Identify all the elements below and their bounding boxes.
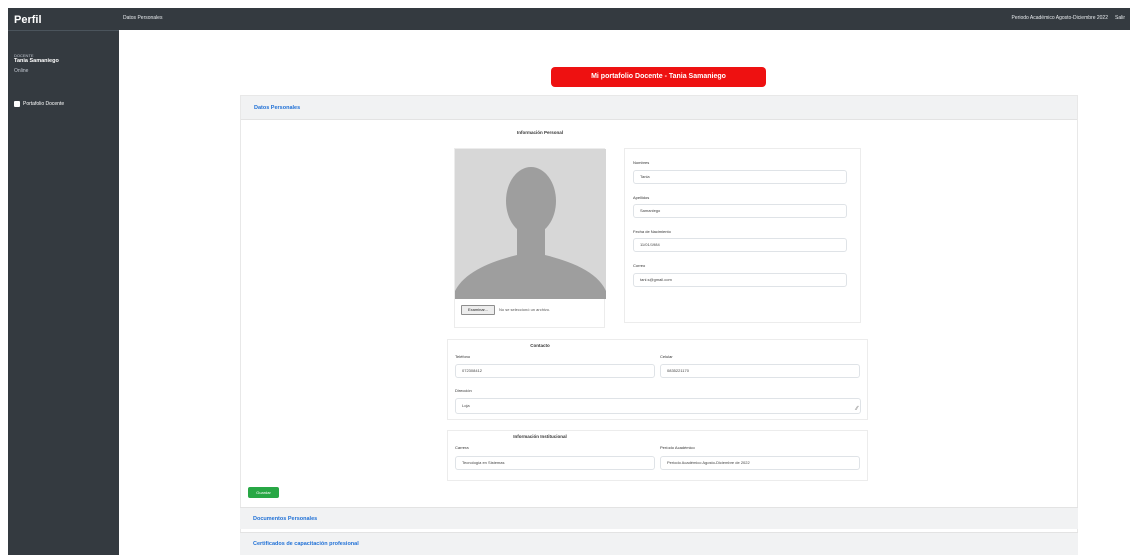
fecha-nacimiento-field[interactable]: 11/01/1984 <box>633 238 847 252</box>
apellidos-label: Apellidos <box>633 195 650 200</box>
logout-link[interactable]: Salir <box>1115 15 1125 21</box>
sidebar-item-label: Portafolio Docente <box>23 101 65 107</box>
nombres-label: Nombres <box>633 160 650 165</box>
direccion-label: Dirección <box>455 388 472 393</box>
navbar-title[interactable]: Datos Personales <box>123 15 162 21</box>
sidebar-item-portafolio[interactable]: Portafolio Docente <box>14 101 64 107</box>
user-name[interactable]: Tania Samaniego <box>14 58 59 64</box>
file-browse-button[interactable]: Examinar... <box>461 305 495 315</box>
certificados-link[interactable]: Certificados de capacitación profesional <box>253 541 359 547</box>
nombres-field[interactable]: Tania <box>633 170 847 184</box>
correo-label: Correo <box>633 263 646 268</box>
certificados-header[interactable]: Certificados de capacitación profesional <box>240 532 1078 555</box>
telefono-field[interactable]: 072308412 <box>455 364 655 378</box>
institucional-title: Información Institucional <box>513 434 567 439</box>
celular-label: Celular <box>660 354 673 359</box>
telefono-label: Teléfono <box>455 354 471 359</box>
carrera-field[interactable]: Tecnología en Sistemas <box>455 456 655 470</box>
brand-title[interactable]: Perfil <box>14 14 42 26</box>
save-button[interactable]: Guardar <box>248 487 279 498</box>
documentos-personales-header[interactable]: Documentos Personales <box>240 507 1078 529</box>
avatar <box>455 149 606 299</box>
apellidos-field[interactable]: Samaniego <box>633 204 847 218</box>
datos-personales-header[interactable]: Datos Personales <box>241 96 1077 120</box>
celular-field[interactable]: 0835221170 <box>660 364 860 378</box>
datos-personales-link[interactable]: Datos Personales <box>254 105 300 111</box>
sidebar-divider <box>8 30 119 31</box>
carrera-label: Carrera <box>455 445 469 450</box>
contacto-title: Contacto <box>530 343 550 348</box>
avatar-silhouette-icon <box>455 149 606 299</box>
file-status: No se seleccionó un archivo. <box>499 307 551 312</box>
resize-handle-icon[interactable]: ∕∕ <box>856 406 858 412</box>
navbar-period: Periodo Académico Agosto-Diciembre 2022 <box>1011 15 1108 21</box>
direccion-value: Loja <box>462 403 470 408</box>
documentos-personales-link[interactable]: Documentos Personales <box>253 516 317 522</box>
top-strip <box>0 0 1130 8</box>
fecha-nacimiento-label: Fecha de Nacimiento <box>633 229 671 234</box>
periodo-label: Período Académico <box>660 445 695 450</box>
portfolio-title: Mi portafolio Docente - Tania Samaniego <box>551 67 766 87</box>
photo-container <box>454 148 606 328</box>
correo-field[interactable]: tani.s@gmail.com <box>633 273 847 287</box>
periodo-field[interactable]: Periodo Académico Agosto-Diciembre de 20… <box>660 456 860 470</box>
page: Perfil DOCENTE Tania Samaniego Online Po… <box>0 0 1130 555</box>
folder-icon <box>14 101 20 107</box>
info-personal-title: Información Personal <box>516 130 563 135</box>
user-status: Online <box>14 68 29 74</box>
direccion-textarea[interactable]: Loja ∕∕ <box>455 398 861 414</box>
top-navbar: Datos Personales Periodo Académico Agost… <box>119 8 1130 30</box>
sidebar: Perfil DOCENTE Tania Samaniego Online Po… <box>8 8 119 555</box>
